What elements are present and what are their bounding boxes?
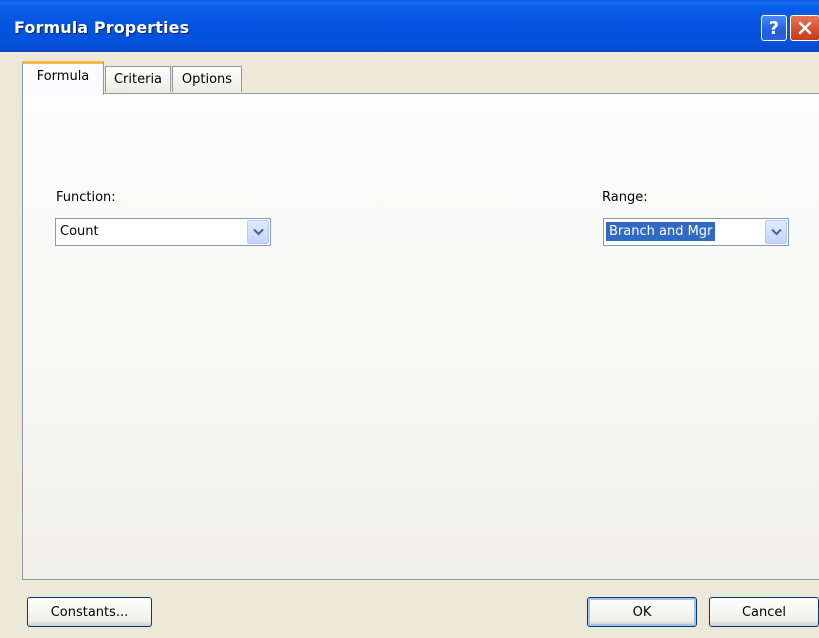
chevron-down-icon xyxy=(770,228,782,236)
cancel-button-label: Cancel xyxy=(741,604,787,620)
function-label: Function: xyxy=(56,190,116,205)
tab-criteria[interactable]: Criteria xyxy=(105,66,171,92)
cancel-button[interactable]: Cancel xyxy=(709,597,819,627)
function-dropdown-button[interactable] xyxy=(247,220,269,244)
constants-button[interactable]: Constants... xyxy=(27,597,152,627)
range-dropdown-button[interactable] xyxy=(765,220,787,244)
tab-criteria-label: Criteria xyxy=(113,72,163,87)
chevron-down-icon xyxy=(252,228,264,236)
tab-options-label: Options xyxy=(181,72,233,87)
title-bar[interactable]: Formula Properties ? xyxy=(0,0,819,52)
help-icon: ? xyxy=(768,17,780,39)
constants-button-label: Constants... xyxy=(50,604,129,620)
range-label: Range: xyxy=(602,190,648,205)
close-icon xyxy=(798,21,812,35)
tab-formula-label: Formula xyxy=(36,69,90,84)
range-value: Branch and Mgr xyxy=(606,222,716,241)
formula-properties-dialog: Formula Properties ? Formula Criteria Op… xyxy=(0,0,819,638)
range-dropdown[interactable]: Branch and Mgr xyxy=(603,218,789,246)
ok-button[interactable]: OK xyxy=(587,597,697,627)
close-button[interactable] xyxy=(790,15,819,41)
tab-options[interactable]: Options xyxy=(172,66,242,92)
ok-button-label: OK xyxy=(632,604,652,620)
formula-tab-panel: Function: Count Range: Branch and Mgr xyxy=(22,93,819,580)
tab-formula[interactable]: Formula xyxy=(22,61,104,95)
help-button[interactable]: ? xyxy=(761,15,787,41)
window-title: Formula Properties xyxy=(14,18,190,37)
function-dropdown[interactable]: Count xyxy=(55,218,271,246)
function-value: Count xyxy=(60,224,99,239)
